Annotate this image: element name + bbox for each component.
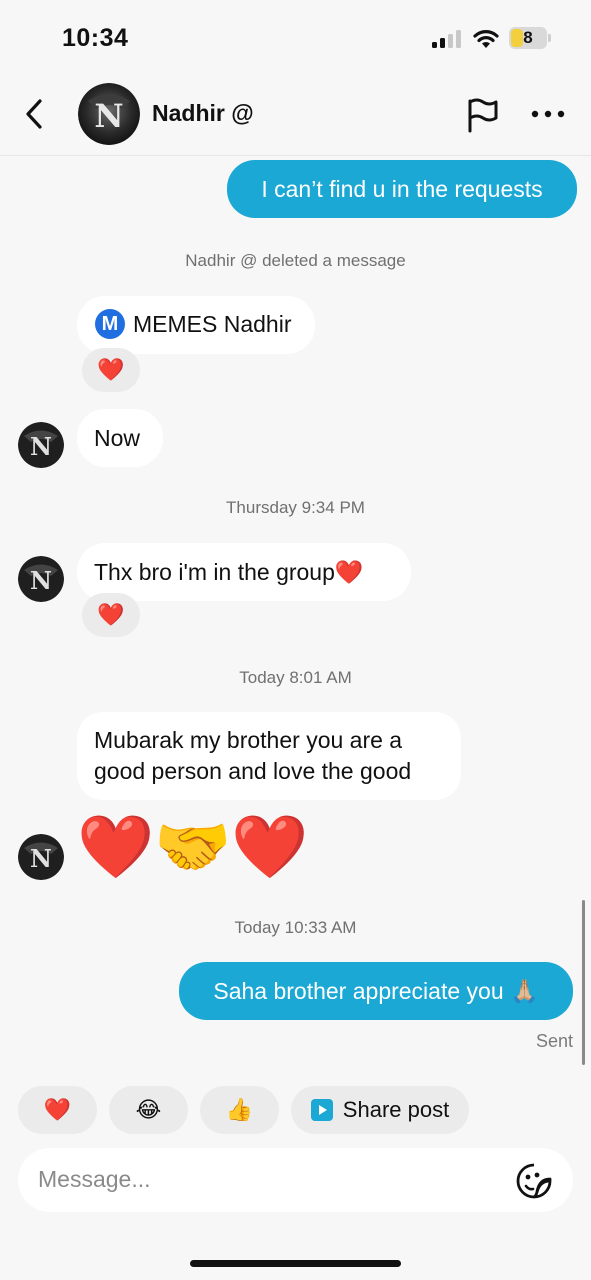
message-text: Thx bro i'm in the group❤️	[94, 559, 364, 585]
message-input-placeholder: Message...	[38, 1166, 151, 1192]
reaction-chip[interactable]: ❤️	[82, 348, 140, 392]
contact-name[interactable]: Nadhir @	[152, 100, 254, 127]
timestamp: Thursday 9:34 PM	[226, 498, 365, 517]
message-text-line-1: Mubarak my brother you are a	[94, 727, 403, 753]
quick-reply-laugh[interactable]: 😂	[109, 1086, 188, 1134]
reaction-chip[interactable]: ❤️	[82, 593, 140, 637]
quick-reply-thumbs-up[interactable]: 👍	[200, 1086, 279, 1134]
contact-avatar[interactable]: N	[78, 83, 140, 145]
status-time: 10:34	[62, 24, 129, 52]
emoji-text: ❤️🤝❤️	[77, 813, 309, 882]
home-indicator	[190, 1260, 401, 1267]
wifi-icon	[473, 30, 499, 48]
timestamp: Today 10:33 AM	[234, 918, 357, 937]
contact-avatar-small[interactable]: N	[18, 834, 64, 880]
status-bar: 10:34 8	[0, 0, 591, 76]
report-flag-icon[interactable]	[464, 96, 500, 134]
scrollbar[interactable]	[582, 900, 585, 1065]
heart-reaction-icon: ❤️	[97, 357, 125, 382]
memes-badge-icon: M	[95, 309, 125, 339]
sent-status: Sent	[535, 1031, 573, 1051]
laughing-face-icon: 😂	[135, 1097, 162, 1122]
message-input[interactable]: Message...	[18, 1148, 573, 1212]
contact-avatar-small[interactable]: N	[18, 422, 64, 468]
thumbs-up-icon: 👍	[225, 1097, 254, 1122]
message-bubble-outgoing[interactable]: Saha brother appreciate you 🙏🏼	[179, 962, 573, 1020]
message-text-line-2: good person and love the good	[94, 758, 412, 784]
cellular-signal-icon	[432, 30, 461, 48]
battery-indicator: 8	[509, 27, 551, 49]
share-post-label: Share post	[342, 1097, 450, 1122]
message-bubble-incoming[interactable]: Mubarak my brother you are a good person…	[77, 712, 461, 800]
svg-text:N: N	[30, 432, 52, 461]
message-bubble-incoming[interactable]: Now	[77, 409, 163, 467]
battery-level: 8	[523, 28, 533, 47]
timestamp: Today 8:01 AM	[239, 668, 352, 687]
more-options-icon[interactable]	[530, 104, 566, 124]
message-bubble-incoming[interactable]: M MEMES Nadhir	[77, 296, 315, 354]
svg-text:N: N	[30, 844, 52, 873]
quick-reply-heart[interactable]: ❤️	[18, 1086, 97, 1134]
heart-icon: ❤️	[43, 1097, 72, 1122]
svg-text:N: N	[30, 566, 52, 595]
share-post-button[interactable]: Share post	[291, 1086, 469, 1134]
message-text: Saha brother appreciate you 🙏🏼	[213, 978, 539, 1004]
emoji-message[interactable]: ❤️🤝❤️	[77, 808, 309, 888]
play-post-icon	[310, 1099, 333, 1121]
sticker-icon[interactable]	[515, 1162, 553, 1200]
contact-avatar-small[interactable]: N	[18, 556, 64, 602]
deleted-message-notice: Nadhir @ deleted a message	[185, 251, 406, 270]
message-text: Now	[94, 425, 141, 451]
heart-reaction-icon: ❤️	[97, 602, 125, 627]
message-bubble-outgoing[interactable]: I can’t find u in the requests	[227, 160, 577, 218]
avatar-letter: N	[94, 97, 123, 135]
message-text: I can’t find u in the requests	[261, 176, 543, 202]
message-text: MEMES Nadhir	[133, 311, 292, 337]
back-arrow-icon[interactable]	[20, 96, 50, 132]
chat-header: N Nadhir @	[0, 76, 591, 156]
message-bubble-incoming[interactable]: Thx bro i'm in the group❤️	[77, 543, 411, 601]
